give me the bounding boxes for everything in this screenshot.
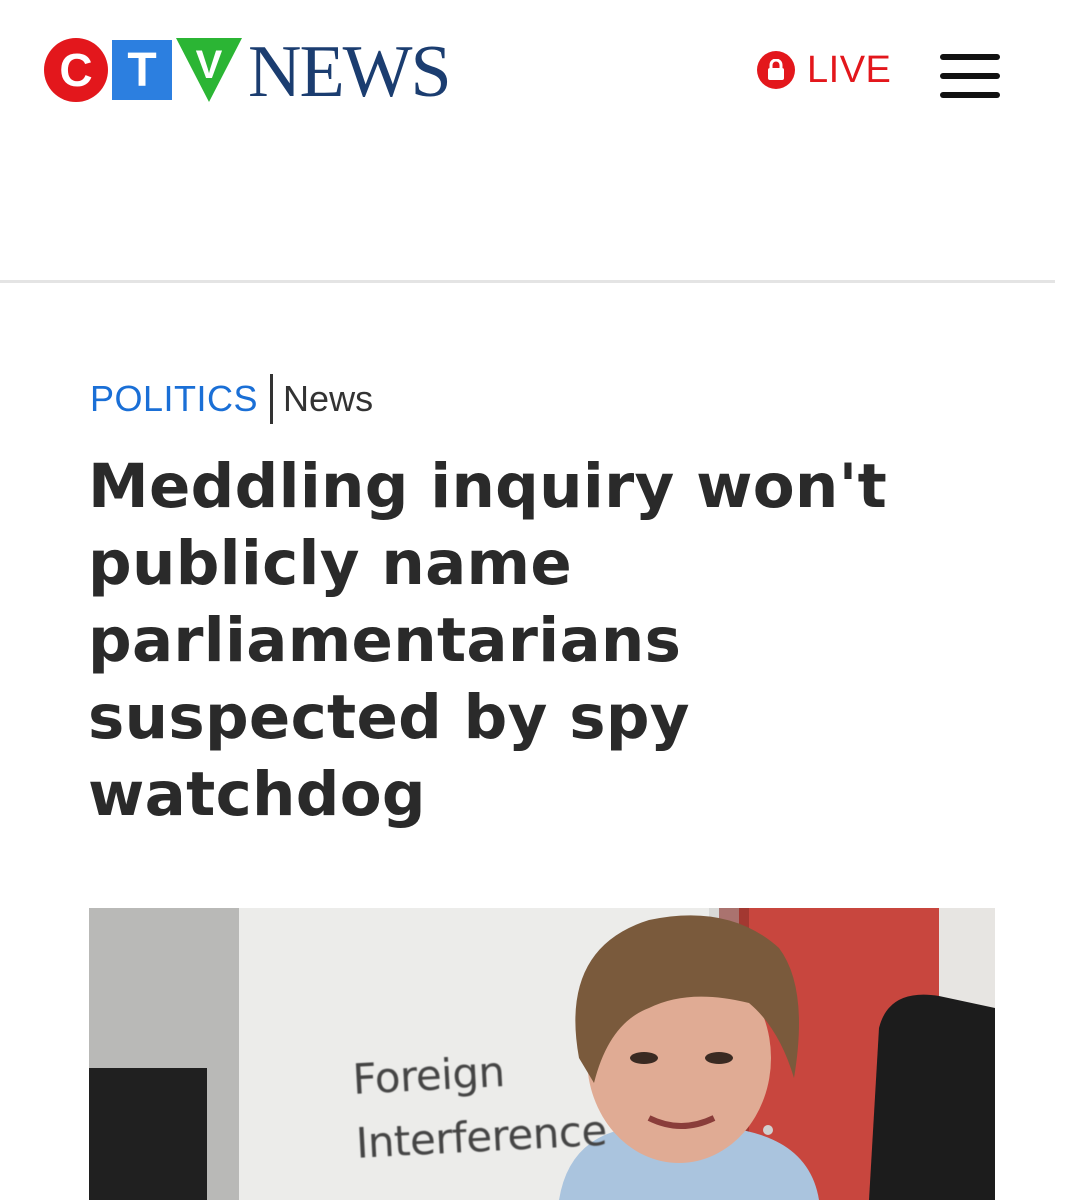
ctv-news-logo[interactable]: C T V NEWS (44, 35, 452, 109)
live-button[interactable]: LIVE (757, 50, 891, 90)
article-hero-image[interactable]: Foreign Interference (89, 908, 995, 1200)
site-header: C T V NEWS LIVE (0, 0, 1083, 150)
breadcrumb-separator (270, 374, 274, 424)
logo-wordmark: NEWS (248, 31, 452, 113)
logo-c-circle: C (44, 38, 108, 102)
article-breadcrumb: POLITICS News (90, 374, 373, 424)
hero-sign-text: Foreign Interference (351, 1047, 608, 1168)
logo-t-square: T (112, 40, 172, 100)
category-link[interactable]: POLITICS (90, 378, 258, 420)
header-divider (0, 280, 1055, 283)
lock-icon (757, 51, 795, 89)
page: C T V NEWS LIVE POLITICS News Meddling i… (0, 0, 1083, 1200)
logo-v-triangle: V (176, 38, 242, 102)
hamburger-menu-icon[interactable] (940, 54, 1000, 98)
live-label: LIVE (807, 49, 892, 91)
article-headline: Meddling inquiry won't publicly name par… (88, 451, 888, 830)
subcategory-link[interactable]: News (283, 378, 373, 420)
